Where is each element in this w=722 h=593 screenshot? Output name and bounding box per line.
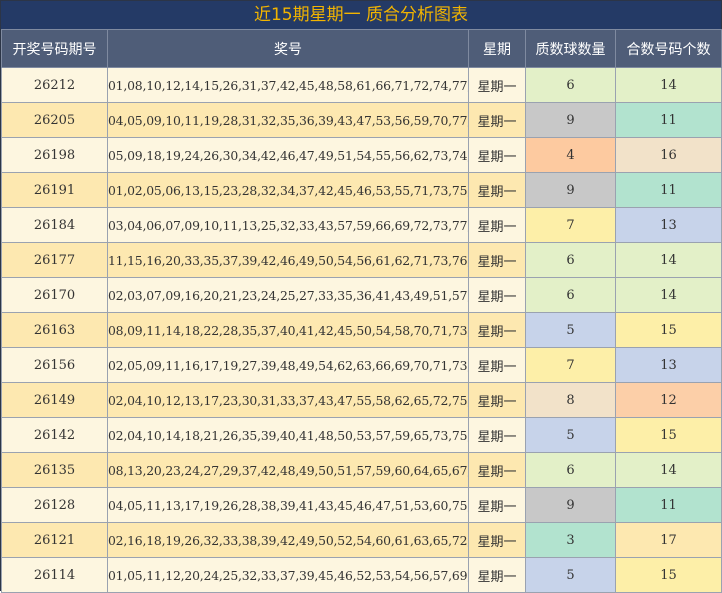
issue-cell: 26198	[1, 137, 108, 173]
table-row: 26170 02,03,07,09,16,20,21,23,24,25,27,33…	[1, 277, 722, 313]
prime-count-cell: 6	[525, 277, 616, 313]
composite-count-cell: 14	[615, 242, 722, 278]
table-row: 26121 02,16,18,19,26,32,33,38,39,42,49,50…	[1, 522, 722, 558]
weekday-cell: 星期一	[468, 452, 526, 488]
issue-cell: 26142	[1, 417, 108, 453]
table-row: 26177 11,15,16,20,33,35,37,39,42,46,49,50…	[1, 242, 722, 278]
table-row: 26149 02,04,10,12,13,17,23,30,31,33,37,43…	[1, 382, 722, 418]
composite-count-cell: 14	[615, 277, 722, 313]
weekday-cell: 星期一	[468, 557, 526, 593]
weekday-cell: 星期一	[468, 137, 526, 173]
table-row: 26156 02,05,09,11,16,17,19,27,39,48,49,54…	[1, 347, 722, 383]
issue-cell: 26149	[1, 382, 108, 418]
numbers-cell: 11,15,16,20,33,35,37,39,42,46,49,50,54,5…	[107, 242, 469, 278]
prime-count-cell: 3	[525, 522, 616, 558]
prime-count-cell: 4	[525, 137, 616, 173]
header-row: 开奖号码期号 奖号 星期 质数球数量 合数号码个数	[1, 29, 722, 68]
prime-count-cell: 7	[525, 347, 616, 383]
prime-count-cell: 8	[525, 382, 616, 418]
numbers-cell: 01,05,11,12,20,24,25,32,33,37,39,45,46,5…	[107, 557, 469, 593]
numbers-cell: 08,13,20,23,24,27,29,37,42,48,49,50,51,5…	[107, 452, 469, 488]
issue-cell: 26212	[1, 67, 108, 103]
prime-count-cell: 5	[525, 417, 616, 453]
table-row: 26184 03,04,06,07,09,10,11,13,25,32,33,43…	[1, 207, 722, 243]
issue-cell: 26177	[1, 242, 108, 278]
table-row: 26191 01,02,05,06,13,15,23,28,32,34,37,42…	[1, 172, 722, 208]
numbers-cell: 04,05,11,13,17,19,26,28,38,39,41,43,45,4…	[107, 487, 469, 523]
header-issue: 开奖号码期号	[1, 29, 108, 68]
numbers-cell: 05,09,18,19,24,26,30,34,42,46,47,49,51,5…	[107, 137, 469, 173]
table-row: 26198 05,09,18,19,24,26,30,34,42,46,47,49…	[1, 137, 722, 173]
prime-count-cell: 9	[525, 172, 616, 208]
table-row: 26212 01,08,10,12,14,15,26,31,37,42,45,48…	[1, 67, 722, 103]
composite-count-cell: 11	[615, 172, 722, 208]
table-row: 26142 02,04,10,14,18,21,26,35,39,40,41,48…	[1, 417, 722, 453]
issue-cell: 26205	[1, 102, 108, 138]
table-row: 26128 04,05,11,13,17,19,26,28,38,39,41,43…	[1, 487, 722, 523]
weekday-cell: 星期一	[468, 522, 526, 558]
prime-count-cell: 7	[525, 207, 616, 243]
prime-count-cell: 6	[525, 242, 616, 278]
composite-count-cell: 17	[615, 522, 722, 558]
weekday-cell: 星期一	[468, 417, 526, 453]
prime-count-cell: 5	[525, 557, 616, 593]
issue-cell: 26156	[1, 347, 108, 383]
prime-count-cell: 9	[525, 102, 616, 138]
issue-cell: 26170	[1, 277, 108, 313]
chart-frame: 近15期星期一 质合分析图表 开奖号码期号 奖号 星期 质数球数量 合数号码个数…	[0, 0, 722, 593]
numbers-cell: 02,03,07,09,16,20,21,23,24,25,27,33,35,3…	[107, 277, 469, 313]
numbers-cell: 02,04,10,12,13,17,23,30,31,33,37,43,47,5…	[107, 382, 469, 418]
composite-count-cell: 13	[615, 207, 722, 243]
composite-count-cell: 13	[615, 347, 722, 383]
composite-count-cell: 15	[615, 312, 722, 348]
weekday-cell: 星期一	[468, 382, 526, 418]
prime-count-cell: 6	[525, 67, 616, 103]
analysis-table: 开奖号码期号 奖号 星期 质数球数量 合数号码个数 26212 01,08,10,…	[1, 29, 722, 593]
weekday-cell: 星期一	[468, 312, 526, 348]
weekday-cell: 星期一	[468, 242, 526, 278]
issue-cell: 26163	[1, 312, 108, 348]
composite-count-cell: 11	[615, 487, 722, 523]
issue-cell: 26184	[1, 207, 108, 243]
issue-cell: 26191	[1, 172, 108, 208]
numbers-cell: 01,02,05,06,13,15,23,28,32,34,37,42,45,4…	[107, 172, 469, 208]
table-row: 26163 08,09,11,14,18,22,28,35,37,40,41,42…	[1, 312, 722, 348]
weekday-cell: 星期一	[468, 277, 526, 313]
weekday-cell: 星期一	[468, 347, 526, 383]
prime-count-cell: 6	[525, 452, 616, 488]
header-numbers: 奖号	[107, 29, 469, 68]
composite-count-cell: 14	[615, 67, 722, 103]
composite-count-cell: 15	[615, 417, 722, 453]
numbers-cell: 02,05,09,11,16,17,19,27,39,48,49,54,62,6…	[107, 347, 469, 383]
composite-count-cell: 12	[615, 382, 722, 418]
weekday-cell: 星期一	[468, 102, 526, 138]
prime-count-cell: 9	[525, 487, 616, 523]
issue-cell: 26114	[1, 557, 108, 593]
table-row: 26205 04,05,09,10,11,19,28,31,32,35,36,39…	[1, 102, 722, 138]
prime-count-cell: 5	[525, 312, 616, 348]
header-weekday: 星期	[468, 29, 526, 68]
table-row: 26135 08,13,20,23,24,27,29,37,42,48,49,50…	[1, 452, 722, 488]
header-composite-count: 合数号码个数	[615, 29, 722, 68]
weekday-cell: 星期一	[468, 487, 526, 523]
composite-count-cell: 15	[615, 557, 722, 593]
issue-cell: 26135	[1, 452, 108, 488]
composite-count-cell: 16	[615, 137, 722, 173]
table-row: 26114 01,05,11,12,20,24,25,32,33,37,39,45…	[1, 557, 722, 593]
weekday-cell: 星期一	[468, 67, 526, 103]
numbers-cell: 04,05,09,10,11,19,28,31,32,35,36,39,43,4…	[107, 102, 469, 138]
composite-count-cell: 11	[615, 102, 722, 138]
issue-cell: 26121	[1, 522, 108, 558]
numbers-cell: 02,16,18,19,26,32,33,38,39,42,49,50,52,5…	[107, 522, 469, 558]
numbers-cell: 03,04,06,07,09,10,11,13,25,32,33,43,57,5…	[107, 207, 469, 243]
weekday-cell: 星期一	[468, 207, 526, 243]
numbers-cell: 02,04,10,14,18,21,26,35,39,40,41,48,50,5…	[107, 417, 469, 453]
numbers-cell: 08,09,11,14,18,22,28,35,37,40,41,42,45,5…	[107, 312, 469, 348]
page-title: 近15期星期一 质合分析图表	[1, 1, 721, 29]
header-prime-count: 质数球数量	[525, 29, 616, 68]
issue-cell: 26128	[1, 487, 108, 523]
numbers-cell: 01,08,10,12,14,15,26,31,37,42,45,48,58,6…	[107, 67, 469, 103]
composite-count-cell: 14	[615, 452, 722, 488]
weekday-cell: 星期一	[468, 172, 526, 208]
